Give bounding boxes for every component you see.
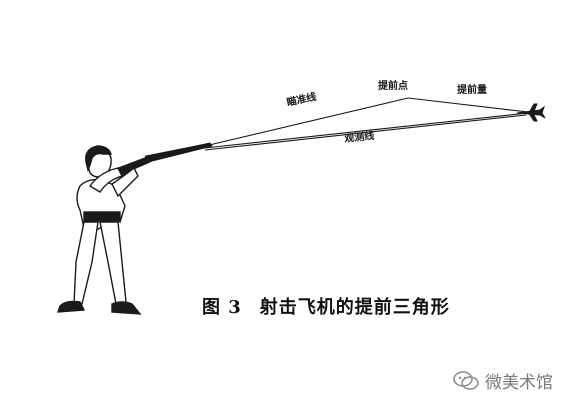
lead-amount-label: 提前量 bbox=[457, 85, 487, 96]
illustration bbox=[57, 97, 546, 315]
figure-caption: 图 3 射击飞机的提前三角形 bbox=[202, 293, 450, 319]
wechat-icon bbox=[453, 370, 479, 390]
lead-point-label: 提前点 bbox=[378, 81, 408, 92]
figure: 瞄准线 提前点 提前量 观测线 图 3 射击飞机的提前三角形 微美术馆 bbox=[0, 0, 584, 409]
airplane-icon bbox=[516, 103, 546, 122]
lead-line bbox=[407, 97, 529, 113]
soldier-right-leg bbox=[99, 221, 127, 305]
watermark: 微美术馆 bbox=[453, 368, 553, 393]
rifle bbox=[107, 142, 213, 181]
figure-number: 图 3 bbox=[202, 297, 242, 318]
soldier-left-leg bbox=[73, 221, 99, 305]
soldier-right-shoe bbox=[111, 301, 142, 315]
sight-line bbox=[204, 112, 529, 149]
figure-title: 射击飞机的提前三角形 bbox=[259, 297, 450, 318]
watermark-text: 微美术馆 bbox=[485, 373, 553, 393]
soldier-belt bbox=[83, 211, 121, 222]
soldier-left-shoe bbox=[57, 300, 86, 313]
